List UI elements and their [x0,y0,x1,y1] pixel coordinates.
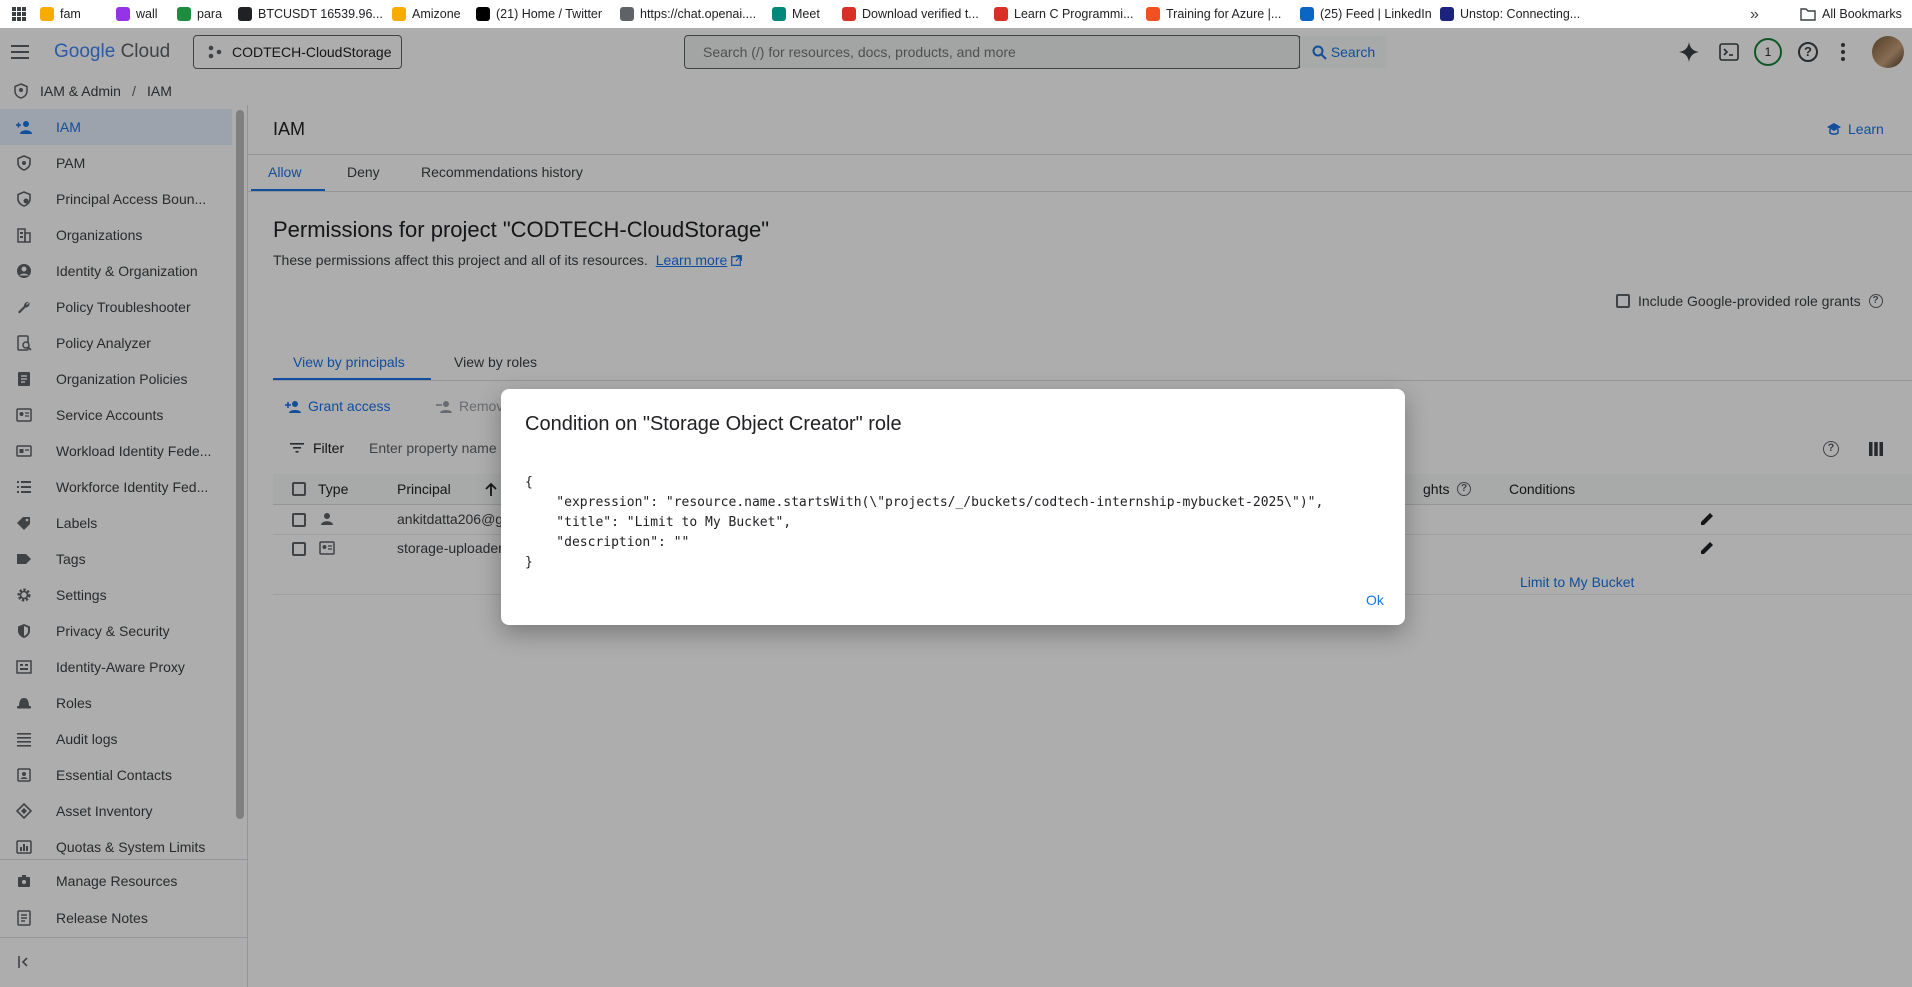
ok-button[interactable]: Ok [1366,592,1384,608]
bookmark-favicon-icon [772,7,786,21]
bookmark-favicon-icon [40,7,54,21]
bookmark-item[interactable]: Amizone [392,0,461,28]
bookmark-favicon-icon [1146,7,1160,21]
bookmark-item[interactable]: Learn C Programmi... [994,0,1133,28]
bookmark-label: Learn C Programmi... [1014,6,1134,21]
folder-icon [1800,7,1816,21]
bookmark-item[interactable]: para [177,0,222,28]
bookmark-favicon-icon [1440,7,1454,21]
all-bookmarks[interactable]: All Bookmarks [1800,0,1902,28]
bookmark-favicon-icon [994,7,1008,21]
bookmark-favicon-icon [177,7,191,21]
bookmark-item[interactable]: Unstop: Connecting... [1440,0,1580,28]
bookmark-favicon-icon [116,7,130,21]
condition-code-block: { "expression": "resource.name.startsWit… [525,473,1323,573]
condition-dialog: Condition on "Storage Object Creator" ro… [501,389,1405,625]
bookmark-item[interactable]: (21) Home / Twitter [476,0,602,28]
bookmark-label: Training for Azure |... [1166,6,1282,21]
bookmark-label: Amizone [412,6,461,21]
bookmark-favicon-icon [476,7,490,21]
apps-grid-icon[interactable] [12,7,26,21]
bookmark-label: para [197,6,223,21]
bookmark-item[interactable]: Download verified t... [842,0,979,28]
bookmark-item[interactable]: fam [40,0,81,28]
bookmark-label: BTCUSDT 16539.96... [258,6,383,21]
code-line: { [525,475,533,490]
bookmark-label: Unstop: Connecting... [1460,6,1581,21]
bookmark-favicon-icon [392,7,406,21]
bookmark-item[interactable]: Training for Azure |... [1146,0,1281,28]
code-line: "description": "" [525,535,690,550]
bookmark-label: (25) Feed | LinkedIn [1320,6,1432,21]
bookmark-item[interactable]: BTCUSDT 16539.96... [238,0,383,28]
bookmark-label: Meet [792,6,820,21]
bookmark-item[interactable]: wall [116,0,158,28]
code-line: } [525,555,533,570]
bookmarks-overflow-icon[interactable]: » [1750,0,1759,28]
bookmark-favicon-icon [620,7,634,21]
code-line: "expression": "resource.name.startsWith(… [525,495,1324,510]
bookmark-label: https://chat.openai.... [640,6,757,21]
code-line: "title": "Limit to My Bucket", [525,515,792,530]
bookmark-favicon-icon [1300,7,1314,21]
bookmark-label: fam [60,6,81,21]
bookmark-favicon-icon [238,7,252,21]
bookmark-item[interactable]: Meet [772,0,820,28]
bookmark-favicon-icon [842,7,856,21]
all-bookmarks-label: All Bookmarks [1822,6,1902,21]
bookmarks-bar: fam wall para BTCUSDT 16539.96... Amizone (21… [0,0,1912,29]
bookmark-item[interactable]: https://chat.openai.... [620,0,756,28]
bookmark-item[interactable]: (25) Feed | LinkedIn [1300,0,1432,28]
bookmark-label: wall [136,6,158,21]
bookmark-label: (21) Home / Twitter [496,6,603,21]
bookmark-label: Download verified t... [862,6,979,21]
dialog-title: Condition on "Storage Object Creator" ro… [525,413,902,435]
